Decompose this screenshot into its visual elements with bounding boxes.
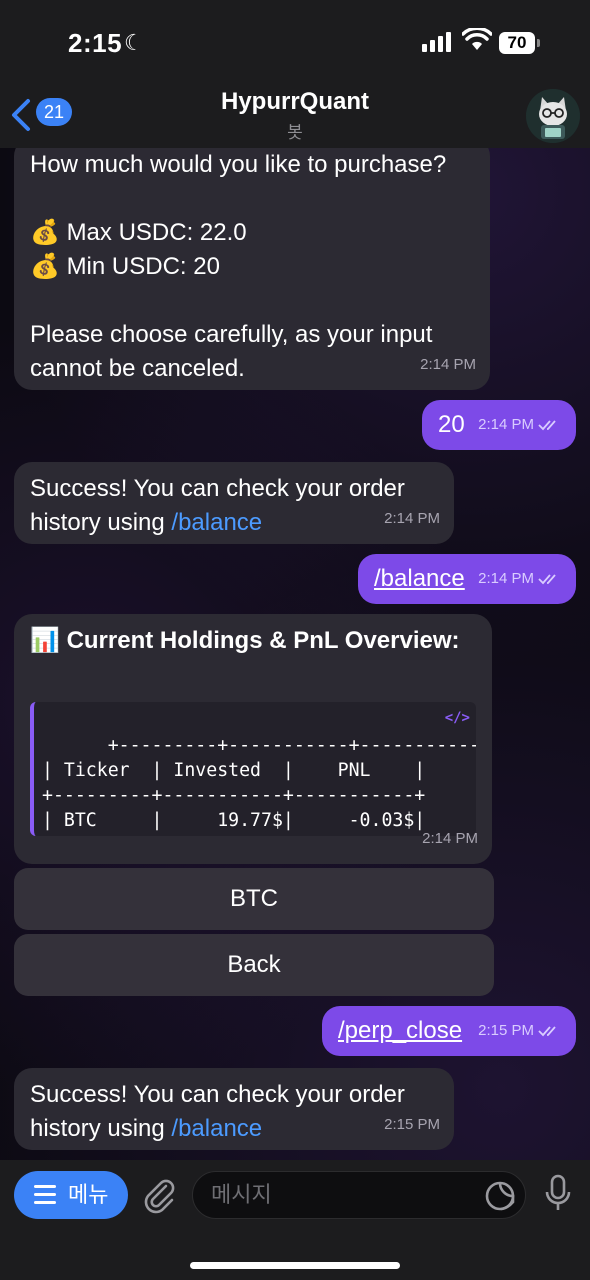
- double-check-icon: [538, 1026, 556, 1037]
- paperclip-icon[interactable]: [142, 1176, 176, 1214]
- microphone-icon[interactable]: [544, 1174, 572, 1214]
- bar-chart-icon: 📊: [30, 627, 60, 654]
- message-text: Max USDC: 22.0: [66, 219, 247, 246]
- message-bubble-incoming: Success! You can check your order histor…: [14, 1068, 454, 1150]
- inline-button-back[interactable]: Back: [14, 934, 494, 996]
- message-time: 2:14 PM: [478, 408, 562, 442]
- double-check-icon: [538, 574, 556, 585]
- code-block[interactable]: +---------+-----------+-----------+ | Ti…: [30, 702, 476, 836]
- chat-header: 21 HypurrQuant 봇: [0, 80, 590, 148]
- money-bag-icon: 💰: [30, 253, 60, 280]
- message-time: 2:15 PM: [384, 1116, 440, 1133]
- message-bubble-incoming: 📊 Current Holdings & PnL Overview: +----…: [14, 614, 492, 864]
- menu-label: 메뉴: [68, 1182, 109, 1207]
- message-bubble-incoming: How much would you like to purchase? 💰 M…: [14, 148, 490, 390]
- wifi-icon: [462, 28, 492, 50]
- inline-button-btc[interactable]: BTC: [14, 868, 494, 930]
- message-time: 2:14 PM: [422, 830, 478, 847]
- battery-icon: 70: [499, 32, 535, 54]
- message-input[interactable]: [192, 1171, 526, 1219]
- chat-subtitle: 봇: [287, 123, 303, 142]
- message-bubble-incoming: Success! You can check your order histor…: [14, 462, 454, 544]
- double-check-icon: [538, 420, 556, 431]
- message-list[interactable]: How much would you like to purchase? 💰 M…: [0, 148, 590, 1160]
- money-bag-icon: 💰: [30, 219, 60, 246]
- moon-icon: ☾: [124, 30, 144, 55]
- message-line: 💰 Max USDC: 22.0: [30, 216, 474, 250]
- message-text: Success! You can check your order: [30, 475, 405, 502]
- message-bubble-outgoing: /balance 2:14 PM: [358, 554, 576, 604]
- chat-title[interactable]: HypurrQuant: [0, 88, 590, 116]
- status-bar: 2:15 ☾ 70: [0, 0, 590, 80]
- holdings-table: +---------+-----------+-----------+ | Ti…: [42, 735, 476, 836]
- balance-command-link[interactable]: /balance: [171, 1115, 262, 1142]
- message-bubble-outgoing: 20 2:14 PM: [422, 400, 576, 450]
- message-time: 2:15 PM: [478, 1014, 562, 1048]
- cat-avatar-icon: [526, 89, 580, 143]
- message-text: cannot be canceled.: [30, 355, 245, 382]
- message-text: Please choose carefully, as your input: [30, 321, 433, 348]
- message-time: 2:14 PM: [384, 510, 440, 527]
- message-line: 💰 Min USDC: 20: [30, 250, 474, 284]
- message-text: Min USDC: 20: [66, 253, 220, 280]
- balance-command-link[interactable]: /balance: [374, 565, 465, 592]
- message-line: history using /balance: [30, 1115, 263, 1142]
- message-text: Success! You can check your order: [30, 1081, 405, 1108]
- message-title: 📊 Current Holdings & PnL Overview:: [30, 627, 460, 654]
- perp-close-command-link[interactable]: /perp_close: [338, 1017, 462, 1044]
- message-text: How much would you like to purchase?: [30, 151, 447, 178]
- copy-code-icon[interactable]: </>: [445, 706, 470, 731]
- message-time: 2:14 PM: [420, 356, 476, 373]
- message-text: 20: [438, 411, 465, 438]
- sticker-icon[interactable]: [484, 1180, 516, 1212]
- battery-tip: [537, 39, 540, 47]
- message-line: history using /balance: [30, 509, 263, 536]
- message-time: 2:14 PM: [478, 562, 562, 596]
- home-indicator[interactable]: [190, 1262, 400, 1269]
- signal-icon: [422, 32, 451, 52]
- menu-button[interactable]: 메뉴: [14, 1171, 128, 1219]
- menu-icon: [34, 1185, 56, 1204]
- bot-avatar[interactable]: [526, 89, 580, 143]
- status-time: 2:15: [68, 28, 123, 58]
- message-bubble-outgoing: /perp_close 2:15 PM: [322, 1006, 576, 1056]
- balance-command-link[interactable]: /balance: [171, 509, 262, 536]
